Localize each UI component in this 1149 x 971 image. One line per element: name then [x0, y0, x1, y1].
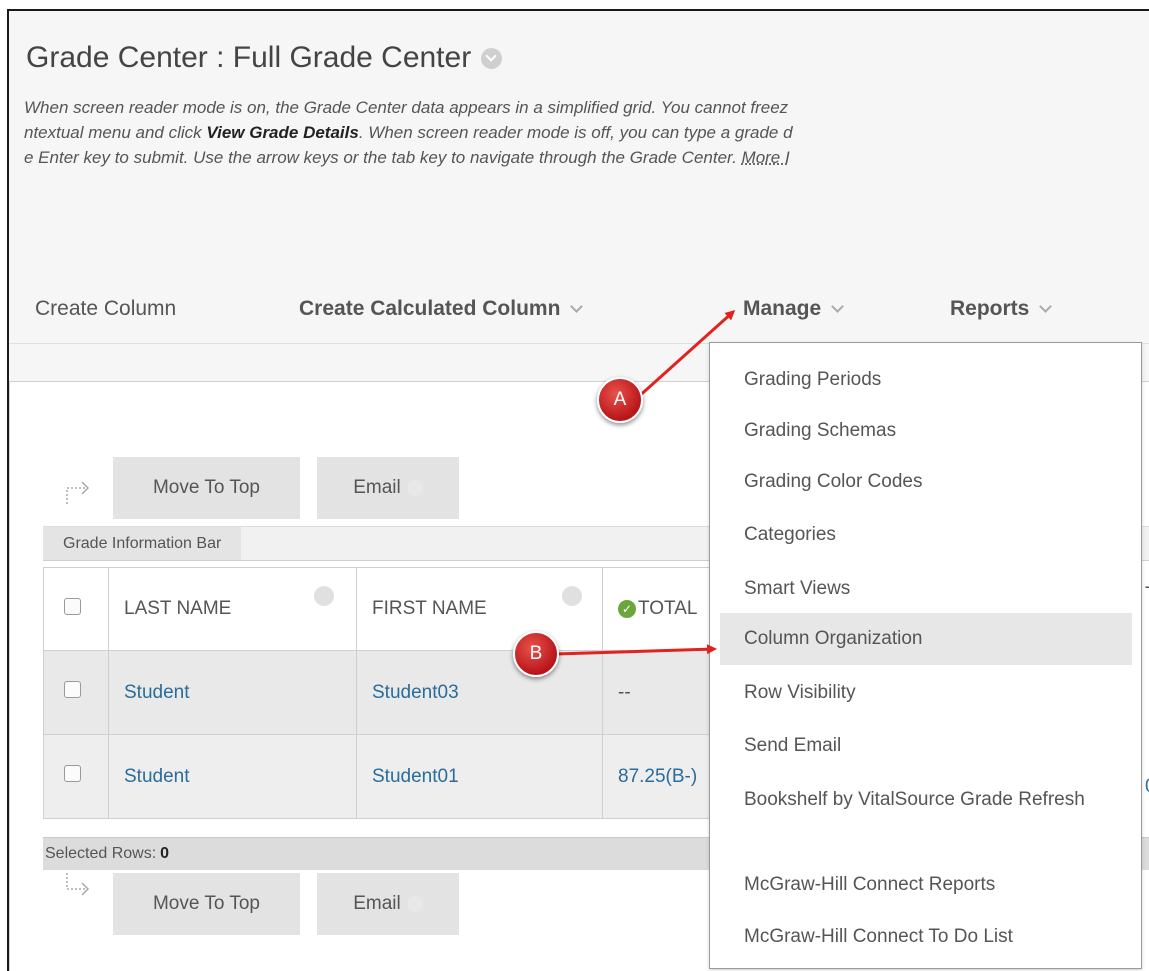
column-header-label: LAST NAME	[124, 598, 232, 619]
move-to-top-button[interactable]: Move To Top	[113, 873, 300, 935]
annotation-badge-label: B	[529, 643, 543, 664]
column-header-last-name[interactable]: LAST NAME	[108, 567, 357, 651]
title-menu-chevron-icon[interactable]	[481, 47, 503, 69]
select-all-cell	[43, 567, 109, 651]
move-to-top-label: Move To Top	[152, 893, 261, 914]
first-name-link[interactable]: Student03	[372, 682, 459, 703]
grade-information-bar-label: Grade Information Bar	[63, 534, 222, 552]
manage-menu-button[interactable]: Manage	[743, 297, 845, 321]
create-column-button[interactable]: Create Column	[35, 297, 176, 321]
annotation-badge-a: A	[597, 377, 643, 423]
email-label: Email	[353, 477, 401, 498]
selected-rows-count: 0	[160, 845, 170, 862]
row-select-cell	[43, 734, 109, 819]
create-calculated-column-label: Create Calculated Column	[299, 297, 561, 320]
row-checkbox[interactable]	[64, 681, 81, 698]
grade-information-bar-tab[interactable]: Grade Information Bar	[43, 527, 242, 560]
last-name-cell: Student	[108, 734, 357, 819]
email-button[interactable]: Email	[317, 873, 459, 935]
chevron-down-icon	[406, 480, 423, 496]
table-row: Student Student03 --	[43, 650, 754, 735]
page-title: Grade Center : Full Grade Center	[26, 41, 472, 74]
menu-item-smart-views[interactable]: Smart Views	[720, 574, 1132, 604]
menu-item-grading-schemas[interactable]: Grading Schemas	[720, 416, 1132, 446]
chevron-down-icon	[406, 896, 423, 912]
instructions-line-2-post: . When screen reader mode is off, you ca…	[358, 123, 793, 142]
move-to-top-label: Move To Top	[152, 477, 261, 498]
chevron-down-icon	[831, 300, 845, 313]
instructions-line-1-text: When screen reader mode is on, the Grade…	[24, 98, 789, 117]
email-label: Email	[353, 893, 401, 914]
menu-item-mcgraw-hill-reports[interactable]: McGraw-Hill Connect Reports	[720, 870, 1132, 900]
total-value: --	[618, 681, 631, 703]
column-header-label: FIRST NAME	[372, 598, 487, 619]
column-menu-chevron-icon[interactable]	[314, 586, 334, 606]
checkmark-icon: ✓	[618, 599, 636, 618]
menu-item-bookshelf-vitalsource[interactable]: Bookshelf by VitalSource Grade Refresh	[720, 785, 1100, 815]
total-value: 87.25(B-)	[618, 765, 698, 787]
email-button[interactable]: Email	[317, 457, 459, 519]
column-header-first-name[interactable]: FIRST NAME	[356, 567, 603, 651]
instructions-bold-view-grade-details: View Grade Details	[206, 123, 359, 142]
manage-dropdown-menu: Grading Periods Grading Schemas Grading …	[709, 342, 1142, 969]
chevron-down-icon	[1039, 300, 1053, 313]
first-name-cell: Student03	[356, 650, 603, 735]
table-header-row: LAST NAME FIRST NAME ✓ TOTAL	[43, 567, 754, 651]
instructions-line-2-pre: ntextual menu and click	[24, 123, 207, 142]
chevron-down-icon	[570, 300, 584, 313]
grade-table: LAST NAME FIRST NAME ✓ TOTAL Student Stud…	[43, 567, 754, 819]
menu-item-send-email[interactable]: Send Email	[720, 731, 1132, 761]
annotation-badge-b: B	[513, 631, 559, 677]
first-name-cell: Student01	[356, 734, 603, 819]
instructions-line-3-text: e Enter key to submit. Use the arrow key…	[24, 148, 742, 167]
edge-column-fragment: 0	[1145, 776, 1149, 798]
action-bar: Create Column Create Calculated Column M…	[9, 277, 1149, 344]
instructions-line-1: When screen reader mode is on, the Grade…	[24, 95, 1149, 120]
selected-rows-label: Selected Rows:	[45, 845, 157, 862]
last-name-link[interactable]: Student	[124, 682, 190, 703]
instructions-line-2: ntextual menu and click View Grade Detai…	[24, 120, 1149, 145]
instructions-line-3: e Enter key to submit. Use the arrow key…	[24, 145, 1149, 170]
reports-menu-button[interactable]: Reports	[950, 297, 1053, 321]
last-name-link[interactable]: Student	[124, 766, 190, 787]
first-name-link[interactable]: Student01	[372, 766, 459, 787]
row-checkbox[interactable]	[64, 765, 81, 782]
create-calculated-column-button[interactable]: Create Calculated Column	[299, 297, 584, 321]
select-all-checkbox[interactable]	[64, 597, 81, 615]
menu-item-grading-color-codes[interactable]: Grading Color Codes	[720, 467, 1132, 497]
column-header-label: TOTAL	[638, 598, 698, 619]
menu-item-mcgraw-hill-todo[interactable]: McGraw-Hill Connect To Do List	[720, 922, 1132, 952]
table-row: Student Student01 87.25(B-)	[43, 734, 754, 819]
edge-column-fragment: T	[1145, 584, 1149, 606]
menu-item-column-organization[interactable]: Column Organization	[720, 613, 1132, 665]
annotation-badge-label: A	[613, 389, 627, 410]
more-help-link[interactable]: More I	[742, 148, 790, 167]
column-menu-chevron-icon[interactable]	[562, 586, 582, 606]
manage-label: Manage	[743, 297, 822, 320]
move-to-top-button[interactable]: Move To Top	[113, 457, 300, 519]
menu-item-grading-periods[interactable]: Grading Periods	[720, 365, 1132, 395]
menu-item-categories[interactable]: Categories	[720, 520, 1132, 550]
page-title-row: Grade Center : Full Grade Center	[26, 41, 503, 75]
row-select-cell	[43, 650, 109, 735]
instructions: When screen reader mode is on, the Grade…	[24, 95, 1149, 170]
create-column-label: Create Column	[35, 297, 177, 320]
menu-item-row-visibility[interactable]: Row Visibility	[720, 678, 1132, 708]
reports-label: Reports	[950, 297, 1030, 320]
bulk-action-connector-icon	[66, 481, 90, 504]
last-name-cell: Student	[108, 650, 357, 735]
bulk-action-connector-icon	[66, 873, 90, 896]
